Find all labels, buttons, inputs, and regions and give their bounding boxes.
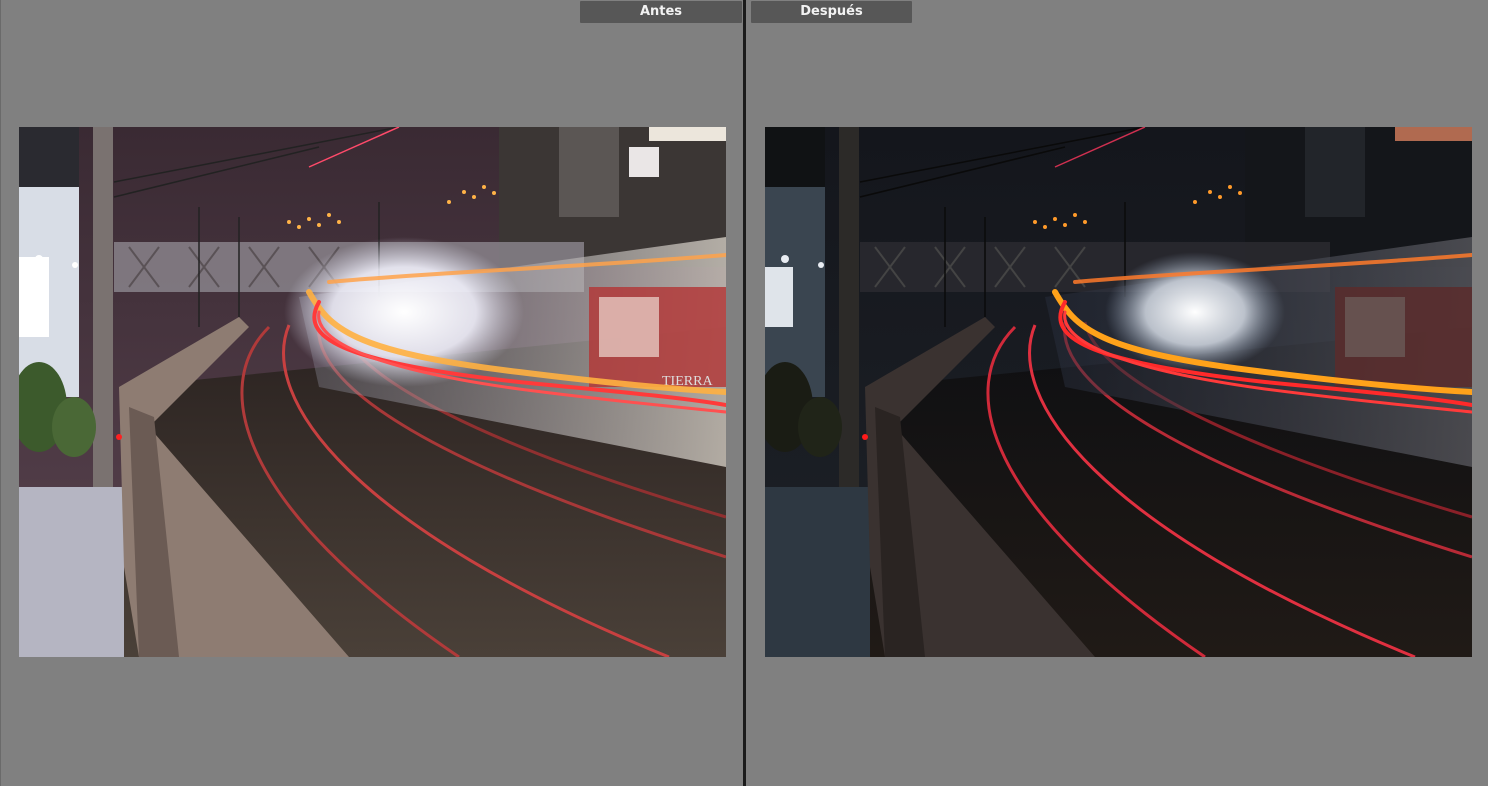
after-pane: Después <box>747 0 1488 786</box>
before-label: Antes <box>580 1 742 23</box>
after-label: Después <box>751 1 912 23</box>
after-photo-image <box>765 127 1472 657</box>
compare-divider[interactable] <box>743 0 746 786</box>
after-photo[interactable] <box>765 127 1472 657</box>
before-photo[interactable]: TIERRA <box>19 127 726 657</box>
before-pane: Antes TIERRA <box>0 0 744 786</box>
before-photo-image: TIERRA <box>19 127 726 657</box>
before-after-compare-view: Antes TIERRA Después <box>0 0 1488 786</box>
